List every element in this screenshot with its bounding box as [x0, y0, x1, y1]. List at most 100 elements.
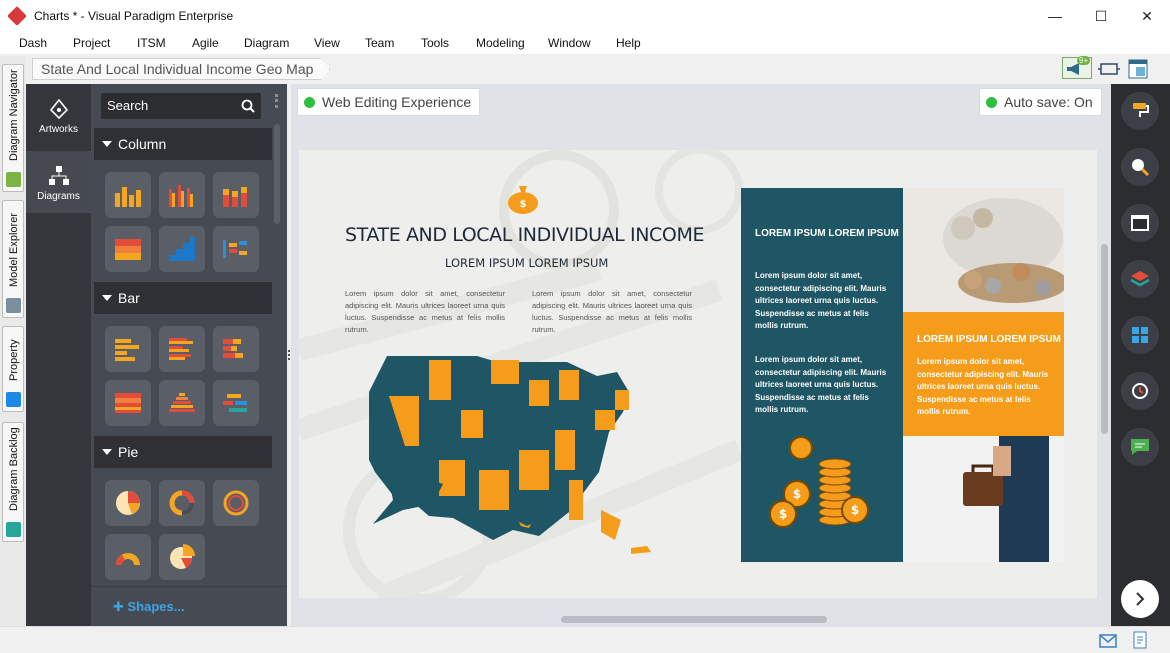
section-pie-header[interactable]: Pie — [94, 436, 272, 468]
tile-pie-half[interactable] — [105, 534, 151, 580]
canvas-horizontal-scrollbar[interactable] — [561, 616, 827, 623]
shape-library-button[interactable] — [1121, 316, 1159, 354]
history-button[interactable] — [1121, 372, 1159, 410]
menu-tools[interactable]: Tools — [421, 36, 449, 50]
range-column-icon — [223, 240, 247, 258]
edit-document-icon[interactable] — [1133, 631, 1149, 649]
menu-team[interactable]: Team — [365, 36, 394, 50]
menu-agile[interactable]: Agile — [192, 36, 219, 50]
tile-bar-stacked[interactable] — [213, 326, 259, 372]
pie-chart-icon — [116, 491, 140, 515]
section-label: Pie — [118, 444, 139, 460]
tile-column-heat[interactable] — [105, 226, 151, 272]
coin-jar-image — [903, 188, 1064, 312]
tab-property[interactable]: Property — [2, 326, 24, 412]
rail-artworks[interactable]: Artworks — [26, 84, 91, 146]
palette-drag-handle[interactable] — [275, 94, 278, 108]
format-painter-button[interactable] — [1121, 92, 1159, 130]
tile-column-step[interactable] — [159, 226, 205, 272]
slide-title: STATE AND LOCAL INDIVIDUAL INCOME — [345, 224, 705, 246]
section-bar-header[interactable]: Bar — [94, 282, 272, 314]
range-bar-icon — [223, 394, 247, 412]
announcement-button[interactable]: 9+ — [1062, 56, 1092, 79]
search-placeholder: Search — [107, 98, 149, 113]
section-column-header[interactable]: Column — [94, 128, 272, 160]
orange-paragraph: Lorem ipsum dolor sit amet, consectetur … — [917, 357, 1049, 416]
tab-diagram-navigator[interactable]: Diagram Navigator — [2, 64, 24, 192]
search-input[interactable]: Search — [101, 93, 261, 119]
chevron-right-icon — [1136, 592, 1145, 606]
menu-help[interactable]: Help — [616, 36, 641, 50]
svg-text:$: $ — [520, 199, 527, 210]
menu-dash[interactable]: Dash — [19, 36, 47, 50]
auto-save-badge[interactable]: Auto save: On — [979, 88, 1102, 116]
window-panel-button[interactable] — [1121, 204, 1159, 242]
breadcrumb[interactable]: State And Local Individual Income Geo Ma… — [32, 58, 330, 80]
palette-scrollbar[interactable] — [274, 124, 280, 224]
coin-symbol: $ — [851, 503, 859, 517]
menu-modeling[interactable]: Modeling — [476, 36, 525, 50]
section-label: Bar — [118, 290, 140, 306]
tab-diagram-backlog[interactable]: Diagram Backlog — [2, 422, 24, 542]
diagrams-icon — [48, 166, 69, 185]
menu-project[interactable]: Project — [73, 36, 110, 50]
tile-bar-range[interactable] — [213, 380, 259, 426]
chevron-down-icon — [102, 449, 112, 455]
tile-bar-grouped[interactable] — [159, 326, 205, 372]
rail-diagrams[interactable]: Diagrams — [26, 151, 91, 213]
orange-heading: LOREM IPSUM LOREM IPSUM — [917, 334, 1061, 345]
title-bar: Charts * - Visual Paradigm Enterprise — … — [0, 0, 1170, 32]
comments-button[interactable] — [1121, 428, 1159, 466]
shapes-link[interactable]: ✚ Shapes... — [91, 586, 287, 626]
teal-paragraph-2: Lorem ipsum dolor sit amet, consectetur … — [755, 355, 887, 414]
tile-column-basic[interactable] — [105, 172, 151, 218]
layout-panel-icon[interactable] — [1128, 59, 1148, 79]
tile-column-grouped[interactable] — [159, 172, 205, 218]
heat-column-icon — [115, 239, 141, 260]
tile-column-range[interactable] — [213, 226, 259, 272]
menu-itsm[interactable]: ITSM — [137, 36, 166, 50]
explorer-icon — [6, 298, 21, 313]
teal-info-panel: LOREM IPSUM LOREM IPSUM Lorem ipsum dolo… — [741, 188, 903, 562]
fit-diagram-icon[interactable] — [1098, 61, 1120, 77]
breadcrumb-bar: State And Local Individual Income Geo Ma… — [26, 56, 1170, 82]
chat-icon — [1131, 439, 1149, 455]
tile-pie-exploded[interactable] — [159, 534, 205, 580]
tile-pie-donut[interactable] — [159, 480, 205, 526]
stacked-column-icon — [223, 187, 247, 207]
menu-diagram[interactable]: Diagram — [244, 36, 289, 50]
tile-bar-heat[interactable] — [105, 380, 151, 426]
close-button[interactable]: ✕ — [1124, 0, 1170, 32]
mail-icon[interactable] — [1099, 634, 1117, 648]
tab-label: Model Explorer — [8, 213, 20, 287]
half-donut-icon — [116, 553, 140, 565]
money-bag-icon: $ — [508, 186, 538, 214]
canvas-vertical-scrollbar[interactable] — [1101, 244, 1108, 434]
zoom-button[interactable] — [1121, 148, 1159, 186]
teal-paragraph-1: Lorem ipsum dolor sit amet, consectetur … — [755, 271, 887, 330]
tile-column-stacked[interactable] — [213, 172, 259, 218]
menu-bar: Dash Project ITSM Agile Diagram View Tea… — [0, 32, 1170, 54]
navigator-icon — [6, 172, 21, 187]
layers-button[interactable] — [1121, 260, 1159, 298]
menu-window[interactable]: Window — [548, 36, 591, 50]
diagram-canvas[interactable]: Web Editing Experience Auto save: On $ S… — [291, 84, 1111, 626]
tile-bar-pyramid[interactable] — [159, 380, 205, 426]
minimize-button[interactable]: — — [1032, 0, 1078, 32]
paint-roller-icon — [1133, 103, 1149, 117]
tile-pie-ring[interactable] — [213, 480, 259, 526]
notification-badge: 9+ — [1077, 56, 1091, 65]
slide-paragraph-right: Lorem ipsum dolor sit amet, consectetur … — [532, 289, 692, 334]
chevron-down-icon — [102, 295, 112, 301]
tile-bar-basic[interactable] — [105, 326, 151, 372]
infographic-slide[interactable]: $ STATE AND LOCAL INDIVIDUAL INCOME LORE… — [299, 150, 1097, 598]
auto-save-label: Auto save: On — [1004, 94, 1093, 110]
tile-pie-basic[interactable] — [105, 480, 151, 526]
tab-model-explorer[interactable]: Model Explorer — [2, 200, 24, 318]
maximize-button[interactable]: ☐ — [1078, 0, 1124, 32]
tab-label: Diagram Backlog — [8, 427, 20, 511]
web-editing-badge[interactable]: Web Editing Experience — [297, 88, 481, 116]
orange-info-panel: LOREM IPSUM LOREM IPSUM Lorem ipsum dolo… — [903, 312, 1064, 436]
menu-view[interactable]: View — [314, 36, 340, 50]
expand-panel-button[interactable] — [1121, 580, 1159, 618]
